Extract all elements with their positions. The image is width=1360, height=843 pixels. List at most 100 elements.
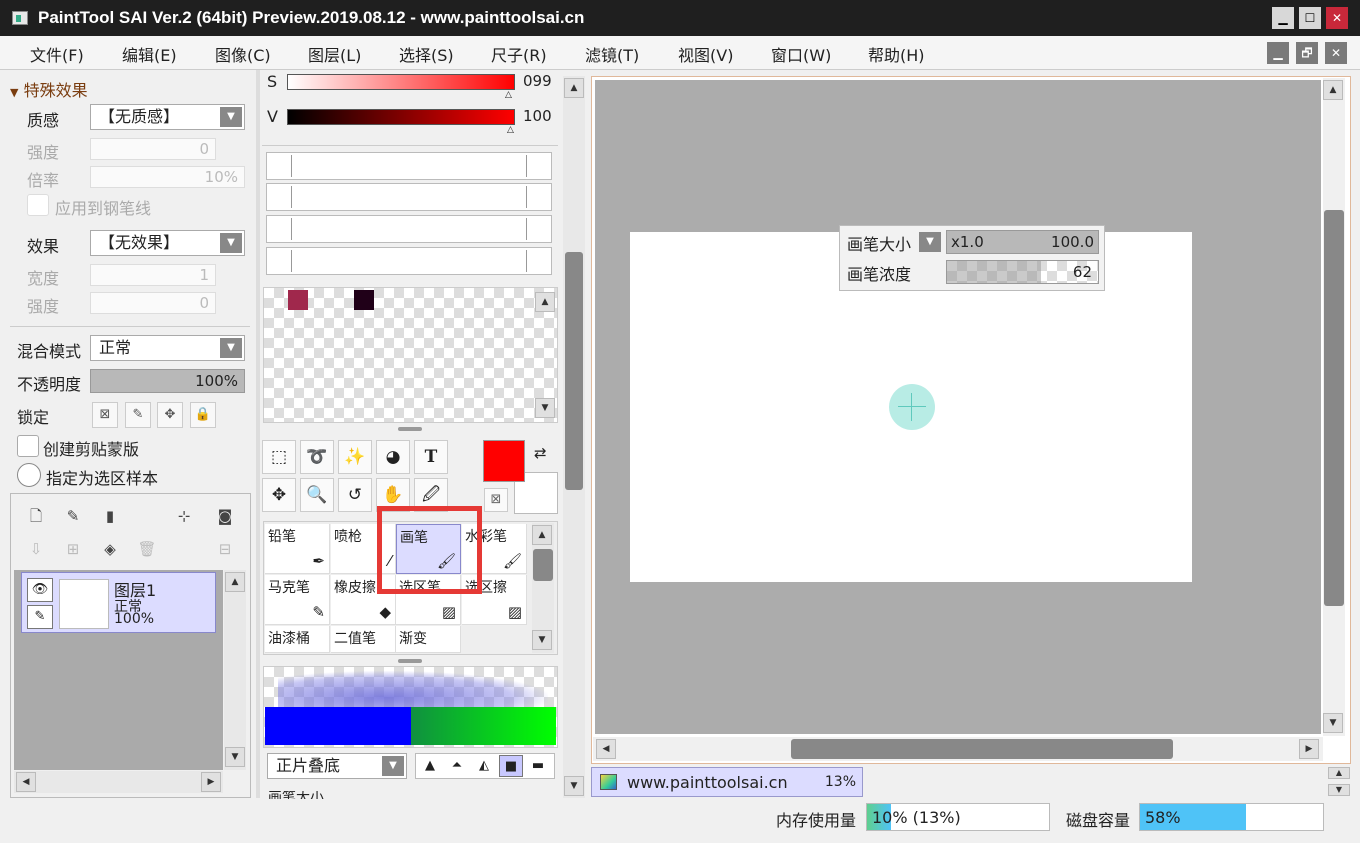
- merge-down-icon[interactable]: ⊞: [61, 537, 85, 561]
- delete-layer-icon[interactable]: 🗑: [135, 537, 159, 561]
- menu-image[interactable]: 图像(C): [215, 42, 271, 66]
- layer-hscrollbar[interactable]: ◀ ▶: [14, 771, 223, 793]
- scroll-thumb[interactable]: [565, 252, 583, 490]
- apply-pen-checkbox[interactable]: [27, 194, 49, 216]
- new-folder-icon[interactable]: ▮: [98, 504, 122, 528]
- brush-blend-select[interactable]: 正片叠底 ▼: [267, 753, 407, 779]
- menu-view[interactable]: 视图(V): [678, 42, 733, 66]
- color-slider-2[interactable]: [266, 183, 552, 211]
- brush-pencil[interactable]: 铅笔 ✒: [265, 524, 330, 574]
- value-slider[interactable]: [287, 109, 515, 125]
- color-slider-3[interactable]: [266, 215, 552, 243]
- tab-scroll-down-icon[interactable]: ▼: [1328, 784, 1350, 796]
- magic-wand-icon[interactable]: ✨: [338, 440, 372, 474]
- scroll-down-icon[interactable]: ▼: [535, 398, 555, 418]
- scroll-thumb[interactable]: [533, 549, 553, 581]
- effects-section-header[interactable]: ▼ 特殊效果: [10, 77, 88, 101]
- brush-gradient[interactable]: 渐变: [396, 626, 461, 653]
- transfer-down-icon[interactable]: ⇩: [24, 537, 48, 561]
- pencil-icon[interactable]: ✎: [27, 605, 53, 629]
- scroll-up-icon[interactable]: ▲: [564, 78, 584, 98]
- layer-effect-icon[interactable]: ⊹: [172, 504, 196, 528]
- menu-window[interactable]: 窗口(W): [771, 42, 831, 66]
- swatch[interactable]: [288, 290, 308, 310]
- panel-grip[interactable]: [398, 659, 422, 663]
- shape-round-icon[interactable]: ⏶: [445, 755, 469, 777]
- transparent-color-icon[interactable]: ⊠: [484, 488, 508, 512]
- minimize-button[interactable]: ▁: [1272, 7, 1294, 29]
- menu-filter[interactable]: 滤镜(T): [585, 42, 639, 66]
- lock-all-icon[interactable]: 🔒: [190, 402, 216, 428]
- width-field[interactable]: 1: [90, 264, 216, 286]
- doc-restore-button[interactable]: 🗗: [1296, 42, 1318, 64]
- primary-color[interactable]: [483, 440, 525, 482]
- layer-mask-icon[interactable]: ◙: [213, 504, 237, 528]
- new-pen-layer-icon[interactable]: ✎: [61, 504, 85, 528]
- shape-rect-icon[interactable]: ▬: [526, 755, 550, 777]
- saturation-slider[interactable]: [287, 74, 515, 90]
- scroll-right-icon[interactable]: ▶: [1299, 739, 1319, 759]
- strength-field[interactable]: 0: [90, 138, 216, 160]
- doc-tab[interactable]: www.painttoolsai.cn 13%: [591, 767, 863, 797]
- maximize-button[interactable]: ☐: [1299, 7, 1321, 29]
- scroll-down-icon[interactable]: ▼: [225, 747, 245, 767]
- opacity-slider[interactable]: 100%: [90, 369, 245, 393]
- swap-colors-icon[interactable]: ⇄: [534, 444, 547, 462]
- tools-scrollbar[interactable]: ▲ ▼: [563, 76, 585, 798]
- zoom-icon[interactable]: 🔍: [300, 478, 334, 512]
- ratio-field[interactable]: 10%: [90, 166, 245, 188]
- tab-scroll-up-icon[interactable]: ▲: [1328, 767, 1350, 779]
- scroll-up-icon[interactable]: ▲: [225, 572, 245, 592]
- chevron-down-icon[interactable]: ▼: [919, 232, 941, 252]
- brush-marker[interactable]: 马克笔 ✎: [265, 575, 330, 625]
- color-slider-4[interactable]: [266, 247, 552, 275]
- selection-sample-radio[interactable]: [17, 463, 41, 487]
- scroll-up-icon[interactable]: ▲: [1323, 80, 1343, 100]
- brush-binary[interactable]: 二值笔: [331, 626, 396, 653]
- shape-sharp-icon[interactable]: ▲: [418, 755, 442, 777]
- scroll-thumb[interactable]: [1324, 210, 1344, 606]
- swatch[interactable]: [354, 290, 374, 310]
- shape-icon[interactable]: ◕: [376, 440, 410, 474]
- lasso-icon[interactable]: ➰: [300, 440, 334, 474]
- scroll-down-icon[interactable]: ▼: [1323, 713, 1343, 733]
- layer-scrollbar[interactable]: ▲ ▼: [224, 570, 246, 770]
- menu-layer[interactable]: 图层(L): [308, 42, 361, 66]
- scroll-left-icon[interactable]: ◀: [16, 772, 36, 792]
- brush-bucket[interactable]: 油漆桶: [265, 626, 330, 653]
- menu-ruler[interactable]: 尺子(R): [491, 42, 547, 66]
- clip-mask-checkbox[interactable]: [17, 435, 39, 457]
- selection-icon[interactable]: ⬚: [262, 440, 296, 474]
- effect-select[interactable]: 【无效果】 ▼: [90, 230, 245, 256]
- scroll-left-icon[interactable]: ◀: [596, 739, 616, 759]
- scroll-down-icon[interactable]: ▼: [564, 776, 584, 796]
- shape-flat-icon[interactable]: ◭: [472, 755, 496, 777]
- clear-layer-icon[interactable]: ◈: [98, 537, 122, 561]
- brush-density-slider[interactable]: 62: [946, 260, 1099, 284]
- brush-scrollbar[interactable]: ▲ ▼: [532, 523, 554, 653]
- menu-help[interactable]: 帮助(H): [868, 42, 925, 66]
- doc-close-button[interactable]: ✕: [1325, 42, 1347, 64]
- canvas-hscrollbar[interactable]: ◀ ▶: [593, 737, 1323, 761]
- brush-size-field[interactable]: x1.0 100.0: [946, 230, 1099, 254]
- scroll-down-icon[interactable]: ▼: [532, 630, 552, 650]
- menu-file[interactable]: 文件(F): [30, 42, 84, 66]
- close-button[interactable]: ✕: [1326, 7, 1348, 29]
- menu-edit[interactable]: 编辑(E): [122, 42, 177, 66]
- strength2-field[interactable]: 0: [90, 292, 216, 314]
- lock-paint-icon[interactable]: ✎: [125, 402, 151, 428]
- lock-move-icon[interactable]: ✥: [157, 402, 183, 428]
- menu-select[interactable]: 选择(S): [399, 42, 454, 66]
- shape-square-icon[interactable]: ■: [499, 755, 523, 777]
- scroll-up-icon[interactable]: ▲: [532, 525, 552, 545]
- layer-row[interactable]: 👁 ✎ 图层1 正常 100%: [21, 572, 216, 633]
- apply-mask-icon[interactable]: ⊟: [213, 537, 237, 561]
- new-layer-icon[interactable]: 🗋: [24, 504, 48, 528]
- doc-minimize-button[interactable]: ▁: [1267, 42, 1289, 64]
- texture-select[interactable]: 【无质感】 ▼: [90, 104, 245, 130]
- rotate-icon[interactable]: ↺: [338, 478, 372, 512]
- color-slider-1[interactable]: [266, 152, 552, 180]
- lock-transparency-icon[interactable]: ⊠: [92, 402, 118, 428]
- text-icon[interactable]: T: [414, 440, 448, 474]
- scroll-up-icon[interactable]: ▲: [535, 292, 555, 312]
